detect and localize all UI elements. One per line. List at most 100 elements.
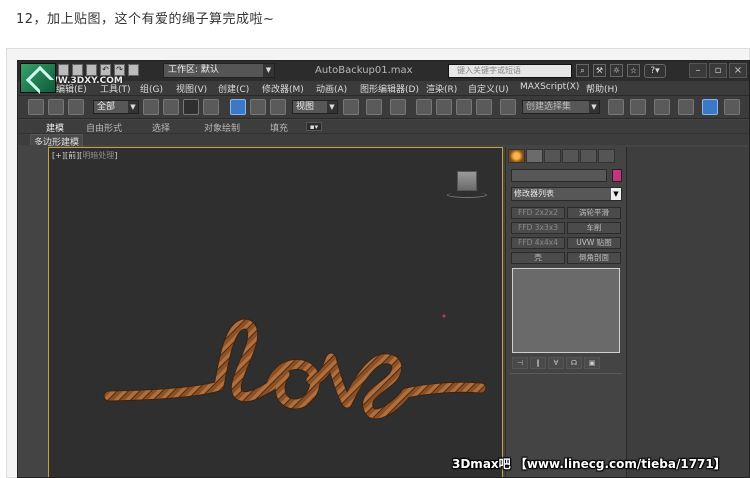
select-manipulate-icon[interactable] — [366, 99, 382, 115]
stack-tools: ⊣ ‖ ∀ ☊ ▣ — [512, 357, 600, 369]
maximize-icon[interactable]: ▫ — [709, 63, 727, 78]
shell-button[interactable]: 壳 — [511, 252, 565, 264]
pin-stack-icon[interactable]: ⊣ — [512, 357, 528, 369]
search-input[interactable]: 键入关键字或短语 — [448, 64, 572, 78]
communication-icon[interactable]: ☼ — [610, 64, 623, 77]
hierarchy-tab-icon[interactable] — [544, 149, 561, 163]
favorites-star-icon[interactable]: ☆ — [627, 64, 640, 77]
reference-coordinate-value: 视图 — [296, 102, 315, 112]
utilities-tab-icon[interactable] — [598, 149, 615, 163]
app-logo-icon[interactable] — [20, 63, 56, 93]
show-end-result-icon[interactable]: ‖ — [530, 357, 546, 369]
left-panel — [18, 145, 48, 477]
front-viewport[interactable]: [+][前][明暗处理] — [48, 147, 503, 478]
menu-maxscript[interactable]: MAXScript(X) — [520, 82, 579, 92]
angle-snap-icon[interactable] — [436, 99, 452, 115]
keyboard-shortcut-icon[interactable] — [390, 99, 406, 115]
menu-animation[interactable]: 动画(A) — [316, 82, 347, 95]
chevron-down-icon: ▼ — [611, 188, 621, 200]
object-name-field[interactable] — [511, 169, 607, 182]
select-and-scale-icon[interactable] — [270, 99, 286, 115]
chevron-down-icon: ▼ — [128, 101, 138, 113]
mirror-icon[interactable] — [608, 99, 624, 115]
menu-modifiers[interactable]: 修改器(M) — [262, 82, 304, 95]
modifier-list-dropdown[interactable]: 修改器列表 ▼ — [511, 187, 622, 201]
select-and-move-icon[interactable] — [230, 99, 246, 115]
right-panel — [626, 147, 749, 477]
snaps-toggle-icon[interactable] — [416, 99, 432, 115]
title-bar: ↶ ↷ 工作区: 默认 ▼ AutoBackup01.max 键入关键字或短语 … — [18, 61, 749, 81]
help-button[interactable]: ?▾ — [644, 64, 666, 78]
quick-access-toolbar: ↶ ↷ — [58, 64, 139, 76]
save-file-icon[interactable] — [86, 64, 97, 76]
ribbon-tabs: 建模 自由形式 选择 对象绘制 填充 ▪▾ — [18, 120, 749, 134]
command-panel: 修改器列表 ▼ FFD 2x2x2 涡轮平滑 FFD 3x3x3 车削 FFD … — [505, 147, 625, 477]
new-file-icon[interactable] — [58, 64, 69, 76]
divider — [510, 373, 622, 374]
command-panel-tabs — [508, 149, 615, 163]
project-folder-icon[interactable] — [128, 64, 139, 76]
title-tools: ⌕ ⚒ ☼ ☆ — [576, 64, 640, 77]
named-selection-placeholder: 创建选择集 — [526, 102, 572, 112]
selection-filter-dropdown[interactable]: 全部 ▼ — [93, 100, 139, 114]
select-object-icon[interactable] — [143, 99, 159, 115]
select-by-name-icon[interactable] — [163, 99, 179, 115]
render-setup-icon[interactable] — [702, 99, 718, 115]
motion-tab-icon[interactable] — [562, 149, 579, 163]
open-file-icon[interactable] — [72, 64, 83, 76]
menu-group[interactable]: 组(G) — [140, 82, 163, 95]
rectangle-selection-icon[interactable] — [183, 99, 199, 115]
select-and-link-icon[interactable] — [28, 99, 44, 115]
ribbon-subpanel: 多边形建模 — [18, 133, 749, 149]
menu-views[interactable]: 视图(V) — [176, 82, 207, 95]
minimize-icon[interactable]: – — [689, 63, 707, 78]
unlink-icon[interactable] — [48, 99, 64, 115]
create-tab-icon[interactable] — [508, 149, 525, 163]
ffd-4x4x4-button[interactable]: FFD 4x4x4 — [511, 237, 565, 249]
window-crossing-icon[interactable] — [203, 99, 219, 115]
select-and-rotate-icon[interactable] — [250, 99, 266, 115]
percent-snap-icon[interactable] — [456, 99, 472, 115]
curve-editor-icon[interactable] — [678, 99, 694, 115]
search-icon[interactable]: ⌕ — [576, 64, 589, 77]
menu-help[interactable]: 帮助(H) — [586, 82, 618, 95]
align-icon[interactable] — [630, 99, 646, 115]
modifier-stack[interactable] — [512, 268, 620, 353]
workspace-dropdown[interactable]: 工作区: 默认 ▼ — [163, 63, 275, 78]
modify-tab-icon[interactable] — [526, 149, 543, 163]
bind-space-warp-icon[interactable] — [68, 99, 84, 115]
uvw-map-button[interactable]: UVW 贴图 — [567, 237, 621, 249]
turbosmooth-button[interactable]: 涡轮平滑 — [567, 207, 621, 219]
edit-named-selection-icon[interactable] — [500, 99, 516, 115]
pivot-center-icon[interactable] — [343, 99, 359, 115]
undo-icon[interactable]: ↶ — [100, 64, 111, 76]
rendered-frame-window-icon[interactable] — [724, 99, 740, 115]
named-selection-dropdown[interactable]: 创建选择集 ▼ — [522, 100, 600, 114]
menu-graph-editors[interactable]: 图形编辑器(D) — [360, 82, 419, 95]
bevel-profile-button[interactable]: 倒角剖面 — [567, 252, 621, 264]
redo-icon[interactable]: ↷ — [114, 64, 125, 76]
scene-explorer-icon[interactable] — [654, 99, 670, 115]
chevron-down-icon: ▼ — [327, 101, 337, 113]
modifier-list-label: 修改器列表 — [514, 189, 554, 198]
close-icon[interactable]: × — [729, 63, 747, 78]
love-rope-object[interactable] — [49, 148, 503, 478]
ffd-2x2x2-button[interactable]: FFD 2x2x2 — [511, 207, 565, 219]
configure-sets-icon[interactable]: ▣ — [584, 357, 600, 369]
ffd-3x3x3-button[interactable]: FFD 3x3x3 — [511, 222, 565, 234]
menu-rendering[interactable]: 渲染(R) — [426, 82, 457, 95]
subscription-icon[interactable]: ⚒ — [593, 64, 606, 77]
remove-modifier-icon[interactable]: ☊ — [566, 357, 582, 369]
site-watermark-bottom: 3Dmax吧 【www.linecg.com/tieba/1771】 — [452, 457, 726, 471]
ribbon-options-icon[interactable]: ▪▾ — [306, 122, 322, 131]
menu-bar: 编辑(E) 工具(T) 组(G) 视图(V) 创建(C) 修改器(M) 动画(A… — [18, 81, 749, 95]
lathe-button[interactable]: 车削 — [567, 222, 621, 234]
workspace-label: 工作区: 默认 — [168, 65, 219, 75]
menu-customize[interactable]: 自定义(U) — [468, 82, 509, 95]
object-color-swatch[interactable] — [612, 169, 622, 182]
menu-create[interactable]: 创建(C) — [218, 82, 249, 95]
make-unique-icon[interactable]: ∀ — [548, 357, 564, 369]
display-tab-icon[interactable] — [580, 149, 597, 163]
reference-coordinate-dropdown[interactable]: 视图 ▼ — [292, 100, 338, 114]
spinner-snap-icon[interactable] — [476, 99, 492, 115]
